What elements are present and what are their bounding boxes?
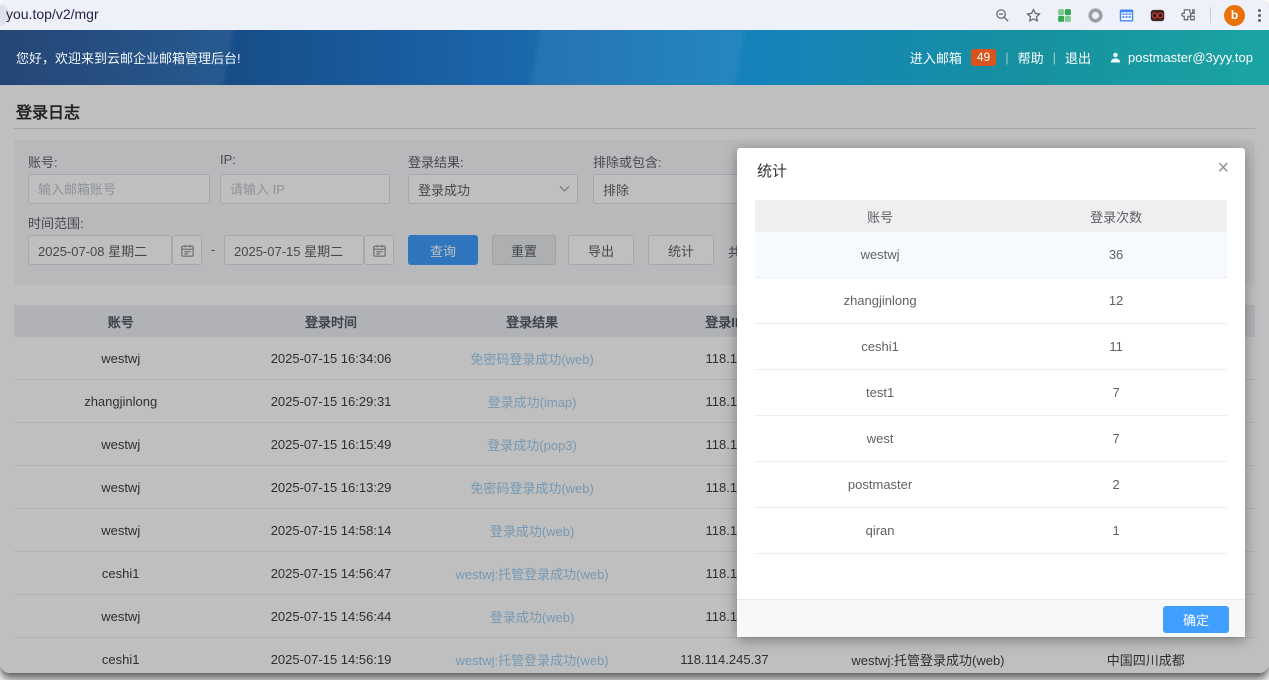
table-row: postmaster2 bbox=[755, 462, 1227, 508]
close-icon[interactable]: × bbox=[1217, 156, 1229, 180]
extension-calendar-icon[interactable] bbox=[1117, 6, 1135, 24]
help-link[interactable]: 帮助 bbox=[1018, 48, 1044, 67]
mailbox-count-badge: 49 bbox=[971, 49, 996, 66]
account-email: postmaster@3yyy.top bbox=[1128, 50, 1253, 65]
table-row: zhangjinlong12 bbox=[755, 278, 1227, 324]
confirm-button[interactable]: 确定 bbox=[1163, 606, 1229, 633]
column-header: 账号 bbox=[755, 207, 1005, 226]
bookmark-star-icon[interactable] bbox=[1024, 6, 1042, 24]
browser-address-bar: you.top/v2/mgr bbox=[0, 0, 1269, 30]
table-cell: postmaster bbox=[755, 477, 1005, 492]
extension-ring-icon[interactable] bbox=[1086, 6, 1104, 24]
table-row: qiran1 bbox=[755, 508, 1227, 554]
welcome-text: 您好，欢迎来到云邮企业邮箱管理后台! bbox=[16, 48, 241, 67]
table-row: ceshi111 bbox=[755, 324, 1227, 370]
table-cell: 11 bbox=[1005, 339, 1227, 354]
table-cell: 36 bbox=[1005, 247, 1227, 262]
modal-footer: 确定 bbox=[737, 599, 1245, 637]
account-area[interactable]: postmaster@3yyy.top bbox=[1108, 50, 1253, 65]
modal-header: 统计 × bbox=[737, 148, 1245, 192]
table-cell: westwj bbox=[755, 247, 1005, 262]
table-cell: qiran bbox=[755, 523, 1005, 538]
browser-window: you.top/v2/mgr bbox=[0, 0, 1269, 673]
extension-green-grid-icon[interactable] bbox=[1055, 6, 1073, 24]
enter-mailbox-link[interactable]: 进入邮箱 bbox=[910, 48, 962, 67]
user-icon bbox=[1108, 50, 1123, 65]
table-cell: zhangjinlong bbox=[755, 293, 1005, 308]
table-row: westwj36 bbox=[755, 232, 1227, 278]
statistics-table-header: 账号登录次数 bbox=[755, 200, 1227, 232]
logout-link[interactable]: 退出 bbox=[1065, 48, 1091, 67]
table-cell: test1 bbox=[755, 385, 1005, 400]
extension-glasses-icon[interactable] bbox=[1148, 6, 1166, 24]
modal-title: 统计 bbox=[757, 160, 787, 181]
admin-header: 您好，欢迎来到云邮企业邮箱管理后台! 进入邮箱 49 | 帮助 | 退出 pos… bbox=[0, 30, 1269, 85]
toolbar-separator bbox=[1210, 7, 1211, 23]
table-cell: ceshi1 bbox=[755, 339, 1005, 354]
header-separator: | bbox=[1053, 50, 1056, 65]
url-text[interactable]: you.top/v2/mgr bbox=[6, 6, 99, 22]
table-row: test17 bbox=[755, 370, 1227, 416]
statistics-table-body: westwj36zhangjinlong12ceshi111test17west… bbox=[755, 232, 1227, 554]
header-separator: | bbox=[1005, 50, 1008, 65]
extensions-puzzle-icon[interactable] bbox=[1179, 6, 1197, 24]
statistics-table: 账号登录次数 westwj36zhangjinlong12ceshi111tes… bbox=[755, 200, 1227, 554]
statistics-modal: 统计 × 账号登录次数 westwj36zhangjinlong12ceshi1… bbox=[737, 148, 1245, 637]
column-header: 登录次数 bbox=[1005, 207, 1227, 226]
table-cell: 1 bbox=[1005, 523, 1227, 538]
table-cell: 7 bbox=[1005, 385, 1227, 400]
table-cell: 7 bbox=[1005, 431, 1227, 446]
table-row: west7 bbox=[755, 416, 1227, 462]
browser-menu-icon[interactable] bbox=[1258, 9, 1261, 22]
profile-avatar[interactable]: b bbox=[1224, 5, 1245, 26]
table-cell: 12 bbox=[1005, 293, 1227, 308]
zoom-icon[interactable] bbox=[993, 6, 1011, 24]
table-cell: 2 bbox=[1005, 477, 1227, 492]
table-cell: west bbox=[755, 431, 1005, 446]
